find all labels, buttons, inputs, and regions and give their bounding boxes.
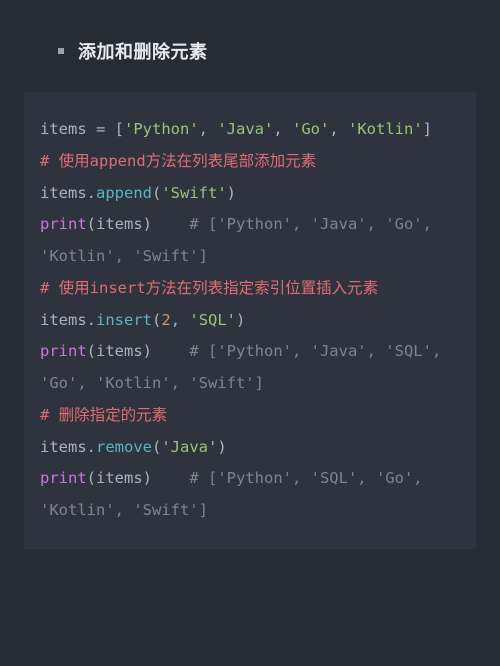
code-comment: # 删除指定的元素 bbox=[40, 406, 167, 424]
code-line-1: items = ['Python', 'Java', 'Go', 'Kotlin… bbox=[40, 120, 432, 138]
tok: 'Swift' bbox=[161, 184, 226, 202]
tok: items. bbox=[40, 184, 96, 202]
code-line-4: print(items) # ['Python', 'Java', 'Go', … bbox=[40, 215, 441, 265]
tok: , bbox=[199, 120, 218, 138]
tok: = bbox=[96, 120, 105, 138]
code-line-3: items.append('Swift') bbox=[40, 184, 236, 202]
tok: (items) bbox=[87, 342, 190, 360]
tok: print bbox=[40, 215, 87, 233]
tok: 'SQL' bbox=[189, 311, 236, 329]
tok: items bbox=[40, 120, 96, 138]
tok: remove bbox=[96, 438, 152, 456]
section-heading: 添加和删除元素 bbox=[58, 38, 476, 64]
tok: 'Go' bbox=[292, 120, 329, 138]
tok: ( bbox=[152, 184, 161, 202]
tok: 'Kotlin' bbox=[348, 120, 423, 138]
tok: ) bbox=[236, 311, 245, 329]
tok: 'Python' bbox=[124, 120, 199, 138]
tok: print bbox=[40, 469, 87, 487]
tok: insert bbox=[96, 311, 152, 329]
code-comment: # 使用insert方法在列表指定索引位置插入元素 bbox=[40, 279, 378, 297]
tok: 2 bbox=[161, 311, 170, 329]
code-line-6: items.insert(2, 'SQL') bbox=[40, 311, 245, 329]
tok: ( bbox=[152, 311, 161, 329]
tok: append bbox=[96, 184, 152, 202]
tok: ) bbox=[217, 438, 226, 456]
tok: , bbox=[273, 120, 292, 138]
bullet-icon bbox=[58, 48, 64, 54]
code-line-10: print(items) # ['Python', 'SQL', 'Go', '… bbox=[40, 469, 432, 519]
code-comment: # 使用append方法在列表尾部添加元素 bbox=[40, 152, 316, 170]
tok: (items) bbox=[87, 469, 190, 487]
tok: [ bbox=[105, 120, 124, 138]
tok: ] bbox=[423, 120, 432, 138]
tok: items. bbox=[40, 311, 96, 329]
tok: 'Java' bbox=[161, 438, 217, 456]
tok: ) bbox=[227, 184, 236, 202]
heading-text: 添加和删除元素 bbox=[78, 38, 208, 64]
tok: ( bbox=[152, 438, 161, 456]
code-line-9: items.remove('Java') bbox=[40, 438, 227, 456]
tok: , bbox=[171, 311, 190, 329]
code-block: items = ['Python', 'Java', 'Go', 'Kotlin… bbox=[24, 92, 476, 549]
tok: 'Java' bbox=[217, 120, 273, 138]
code-line-7: print(items) # ['Python', 'Java', 'SQL',… bbox=[40, 342, 451, 392]
tok: , bbox=[329, 120, 348, 138]
tok: print bbox=[40, 342, 87, 360]
tok: items. bbox=[40, 438, 96, 456]
tok: (items) bbox=[87, 215, 190, 233]
document-page: 添加和删除元素 items = ['Python', 'Java', 'Go',… bbox=[0, 0, 500, 573]
